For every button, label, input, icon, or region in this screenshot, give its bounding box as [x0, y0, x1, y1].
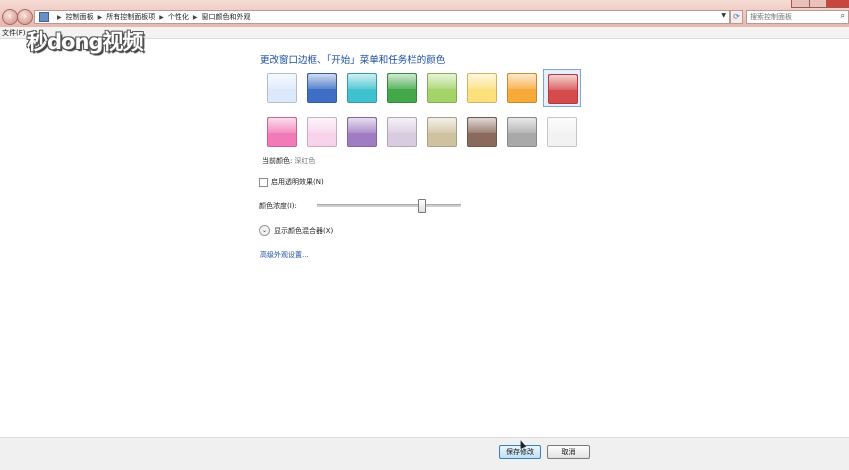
- title-bar: ‹ › ▶ 控制面板 ▶ 所有控制面板项 ▶ 个性化 ▶ 窗口颜色和外观 ▼ ⟳…: [0, 0, 849, 27]
- color-swatch-fill[interactable]: [507, 117, 537, 147]
- minimize-button[interactable]: [791, 0, 810, 8]
- color-swatch-fill[interactable]: [548, 74, 578, 104]
- maximize-button[interactable]: [809, 0, 827, 8]
- breadcrumb-personalization[interactable]: 个性化: [168, 12, 189, 22]
- breadcrumb-all-items[interactable]: 所有控制面板项: [106, 12, 155, 22]
- color-swatch[interactable]: [343, 113, 381, 151]
- breadcrumb-control-panel[interactable]: 控制面板: [66, 12, 94, 22]
- checkbox-box[interactable]: [259, 177, 268, 187]
- current-color-label: 当前颜色:: [262, 157, 293, 165]
- transparency-checkbox[interactable]: 启用透明效果(N): [259, 177, 324, 187]
- color-swatch[interactable]: [263, 113, 301, 151]
- color-swatch-fill[interactable]: [427, 73, 457, 103]
- forward-button[interactable]: ›: [17, 9, 33, 25]
- chevron-right-icon: ▶: [159, 13, 164, 21]
- chevron-down-icon[interactable]: ⌄: [259, 225, 270, 236]
- color-swatch[interactable]: [423, 113, 461, 151]
- color-swatch[interactable]: [303, 113, 341, 151]
- transparency-label: 启用透明效果(N): [271, 178, 324, 186]
- advanced-appearance-link[interactable]: 高级外观设置...: [260, 250, 309, 260]
- color-swatch[interactable]: [503, 113, 541, 151]
- color-swatch[interactable]: [463, 69, 501, 107]
- color-swatch-fill[interactable]: [507, 73, 537, 103]
- search-box[interactable]: ⌕: [746, 10, 849, 24]
- chevron-right-icon: ▶: [97, 13, 103, 21]
- color-mixer-toggle[interactable]: ⌄ 显示颜色混合器(X): [259, 225, 333, 236]
- color-swatch-fill[interactable]: [267, 117, 297, 147]
- color-swatch[interactable]: [543, 113, 581, 151]
- refresh-icon[interactable]: ⟳: [730, 10, 743, 24]
- watermark-logo: 秒dong视频: [27, 30, 143, 54]
- address-bar[interactable]: ▶ 控制面板 ▶ 所有控制面板项 ▶ 个性化 ▶ 窗口颜色和外观 ▼: [34, 10, 730, 24]
- dropdown-arrow-icon[interactable]: ▼: [721, 12, 726, 19]
- control-panel-icon: [39, 12, 49, 22]
- intensity-slider[interactable]: [317, 199, 461, 213]
- menu-file[interactable]: 文件(F): [2, 28, 26, 38]
- chevron-right-icon: ▶: [192, 13, 198, 21]
- color-swatch[interactable]: [343, 69, 381, 107]
- color-swatch-fill[interactable]: [547, 117, 577, 147]
- slider-thumb[interactable]: [417, 199, 426, 213]
- color-swatch[interactable]: [423, 69, 461, 107]
- current-color-value: 深红色: [294, 157, 316, 165]
- breadcrumb-window-color[interactable]: 窗口颜色和外观: [202, 12, 251, 22]
- search-icon[interactable]: ⌕: [841, 11, 845, 21]
- color-swatch[interactable]: [463, 113, 501, 151]
- color-swatch-fill[interactable]: [267, 73, 297, 103]
- cancel-button[interactable]: 取消: [547, 445, 590, 459]
- search-input[interactable]: [747, 11, 837, 23]
- color-swatch-fill[interactable]: [387, 117, 417, 147]
- color-swatch[interactable]: [383, 113, 421, 151]
- close-button[interactable]: [826, 0, 849, 8]
- color-swatch-fill[interactable]: [307, 73, 337, 103]
- color-swatch-fill[interactable]: [347, 117, 377, 147]
- page-title: 更改窗口边框、「开始」菜单和任务栏的颜色: [260, 55, 446, 66]
- color-swatch-fill[interactable]: [427, 117, 457, 147]
- chevron-right-icon: ▶: [57, 13, 62, 21]
- color-swatch[interactable]: [263, 69, 301, 107]
- color-swatch[interactable]: [503, 69, 541, 107]
- color-swatch[interactable]: [543, 69, 581, 107]
- back-button[interactable]: ‹: [2, 9, 18, 25]
- color-swatch[interactable]: [383, 69, 421, 107]
- color-swatch-fill[interactable]: [467, 73, 497, 103]
- color-swatch-fill[interactable]: [347, 73, 377, 103]
- color-swatch-fill[interactable]: [307, 117, 337, 147]
- color-swatch[interactable]: [303, 69, 341, 107]
- intensity-label: 颜色浓度(I):: [259, 202, 297, 210]
- color-mixer-label: 显示颜色混合器(X): [274, 226, 334, 235]
- color-swatch-fill[interactable]: [387, 73, 417, 103]
- footer-bar: 保存修改 取消: [0, 437, 849, 470]
- color-swatch-fill[interactable]: [467, 117, 497, 147]
- current-color: 当前颜色: 深红色: [262, 156, 315, 166]
